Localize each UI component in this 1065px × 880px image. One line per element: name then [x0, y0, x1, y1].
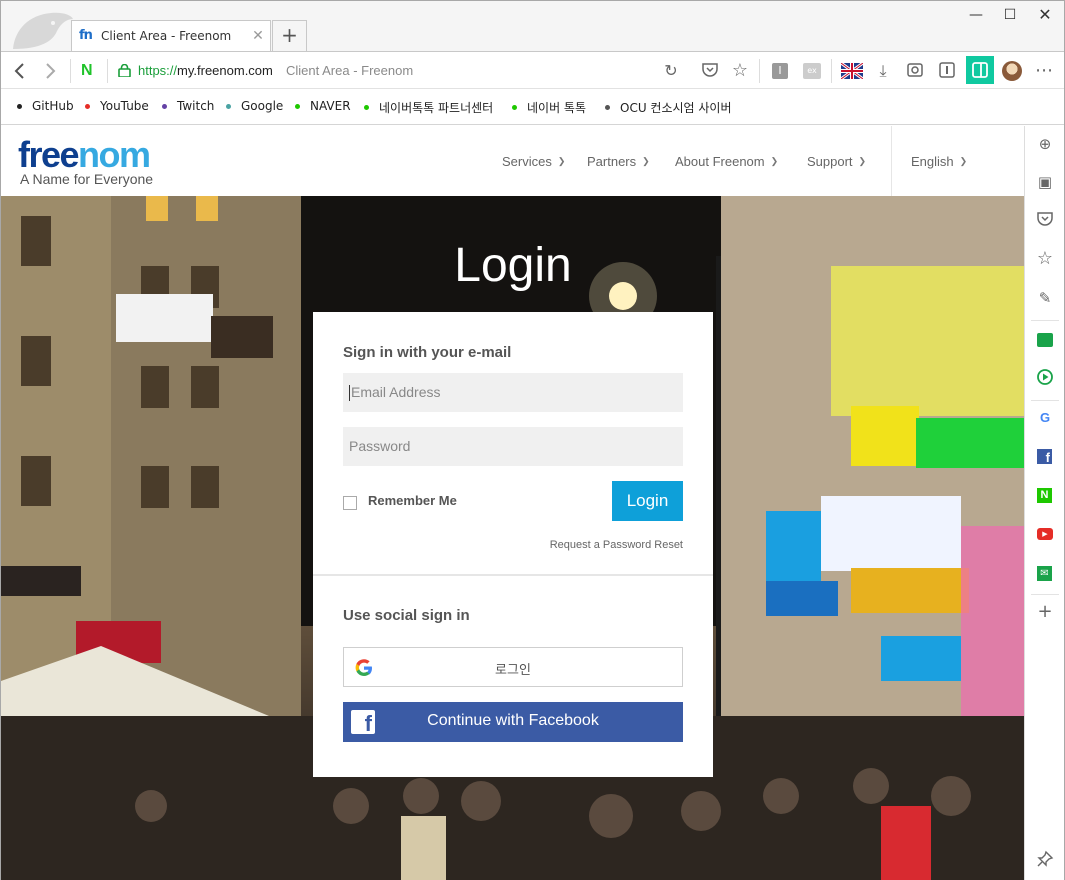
forward-arrow-icon [46, 63, 56, 79]
chevron-down-icon: ❯ [557, 156, 566, 166]
google-icon[interactable]: G [1035, 408, 1055, 428]
tab-active[interactable]: fn Client Area - Freenom ✕ [71, 20, 271, 51]
address-toolbar: N https://my.freenom.com Client Area - F… [1, 51, 1064, 89]
google-signin-button[interactable]: 로그인 [343, 647, 683, 687]
remember-me-checkbox[interactable] [343, 496, 357, 510]
chevron-down-icon: ❯ [642, 156, 650, 166]
youtube-icon[interactable]: ▶ [1035, 524, 1055, 544]
email-signin-heading: Sign in with your e-mail [343, 344, 512, 361]
card-divider [313, 574, 713, 576]
email-field[interactable]: Email Address [343, 373, 683, 412]
spreadsheet-icon[interactable] [1035, 330, 1055, 350]
tab-title: Client Area - Freenom [101, 29, 232, 43]
pin-icon[interactable] [1035, 850, 1055, 870]
reload-icon[interactable]: ↻ [661, 61, 681, 81]
minimize-button[interactable]: — [959, 4, 993, 26]
screenshot-icon[interactable] [905, 61, 925, 81]
twitch-icon [162, 103, 167, 109]
language-selector[interactable]: English ❯ [911, 154, 967, 169]
extension-ex-icon[interactable]: ex [802, 61, 822, 81]
zoom-icon[interactable]: ⊕ [1035, 134, 1055, 154]
password-field[interactable]: Password [343, 427, 683, 466]
page-title-hint: Client Area - Freenom [286, 63, 414, 78]
hero-background: Login Sign in with your e-mail Email Add… [1, 196, 1024, 880]
social-signin-heading: Use social sign in [343, 607, 470, 624]
favorites-star-icon[interactable]: ☆ [1035, 249, 1055, 269]
bookmark-github[interactable]: GitHub [17, 99, 74, 113]
close-window-button[interactable]: ✕ [1028, 4, 1062, 26]
forward-button[interactable] [39, 60, 61, 82]
naver-talk-icon [512, 105, 517, 110]
web-page: freenom A Name for Everyone Services ❯ Pa… [1, 126, 1024, 880]
pocket-icon[interactable] [1035, 210, 1055, 230]
login-title: Login [454, 239, 572, 292]
extension-reader-icon[interactable]: I [770, 61, 790, 81]
site-tagline: A Name for Everyone [20, 171, 154, 187]
browser-sidebar: ⊕ ▣ ☆ ✎ G f N ▶ ✉ + [1024, 126, 1064, 880]
naver-home-icon[interactable]: N [81, 62, 98, 79]
calculator-icon[interactable]: ▣ [1035, 172, 1055, 192]
login-button[interactable]: Login [612, 481, 683, 521]
uk-flag-icon[interactable] [840, 61, 864, 81]
bookmark-naver-talk-partner[interactable]: 네이버톡톡 파트너센터 [364, 99, 498, 116]
add-panel-icon[interactable]: + [1035, 602, 1055, 622]
nav-services[interactable]: Services ❯ [502, 154, 565, 169]
new-tab-button[interactable]: + [272, 20, 307, 51]
google-icon [226, 103, 231, 109]
google-signin-label: 로그인 [495, 663, 531, 678]
ocu-icon [605, 105, 610, 110]
chevron-down-icon: ❯ [959, 156, 968, 166]
nav-support[interactable]: Support ❯ [807, 154, 866, 169]
password-reset-link[interactable]: Request a Password Reset [550, 539, 683, 551]
bookmarks-bar: GitHub YouTube Twitch Google NAVER 네이버톡톡… [1, 89, 1064, 125]
notes-icon[interactable]: ✎ [1035, 288, 1055, 308]
youtube-icon [85, 103, 90, 109]
bookmark-naver-talk[interactable]: 네이버 톡톡 [512, 99, 586, 116]
bookmark-twitch[interactable]: Twitch [162, 99, 214, 113]
back-button[interactable] [9, 60, 31, 82]
close-tab-icon[interactable]: ✕ [249, 28, 267, 44]
media-play-icon[interactable] [1035, 368, 1055, 388]
bookmark-naver[interactable]: NAVER [295, 99, 351, 113]
secure-lock-icon [118, 64, 131, 77]
url-field[interactable]: https://my.freenom.com [138, 63, 273, 78]
github-icon [17, 103, 22, 109]
facebook-signin-label: Continue with Facebook [427, 712, 599, 729]
mail-icon[interactable]: ✉ [1035, 563, 1055, 583]
nav-about[interactable]: About Freenom ❯ [675, 154, 778, 169]
sidebar-toggle-icon[interactable] [966, 56, 994, 84]
chevron-down-icon: ❯ [770, 156, 779, 166]
tab-strip: fn Client Area - Freenom ✕ + — ☐ ✕ [1, 1, 1064, 51]
profile-avatar[interactable] [1002, 61, 1022, 81]
freenom-favicon-icon: fn [79, 28, 93, 43]
maximize-button[interactable]: ☐ [993, 4, 1027, 26]
bookmark-youtube[interactable]: YouTube [85, 99, 149, 113]
remember-me-label[interactable]: Remember Me [368, 493, 457, 508]
bookmark-ocu[interactable]: OCU 컨소시엄 사이버 [605, 99, 739, 116]
naver-icon [295, 103, 300, 109]
bookmark-google[interactable]: Google [226, 99, 283, 113]
site-header: freenom A Name for Everyone Services ❯ Pa… [1, 126, 1024, 196]
login-card: Sign in with your e-mail Email Address P… [313, 312, 713, 777]
facebook-icon[interactable]: f [1035, 446, 1055, 466]
facebook-signin-button[interactable]: f Continue with Facebook [343, 702, 683, 742]
pocket-icon[interactable] [700, 61, 720, 81]
download-icon[interactable]: ⤓ [873, 61, 893, 81]
browser-logo-icon [13, 12, 73, 50]
nav-partners[interactable]: Partners ❯ [587, 154, 650, 169]
chevron-down-icon: ❯ [858, 156, 867, 166]
bookmark-star-icon[interactable]: ☆ [730, 61, 750, 81]
reader-mode-icon[interactable] [937, 61, 957, 81]
menu-more-icon[interactable]: ⋯ [1034, 61, 1054, 81]
freenom-logo[interactable]: freenom [18, 134, 151, 176]
naver-icon[interactable]: N [1035, 485, 1055, 505]
naver-talk-icon [364, 105, 369, 110]
browser-window: fn Client Area - Freenom ✕ + — ☐ ✕ N htt… [0, 0, 1065, 880]
back-arrow-icon [14, 63, 24, 79]
